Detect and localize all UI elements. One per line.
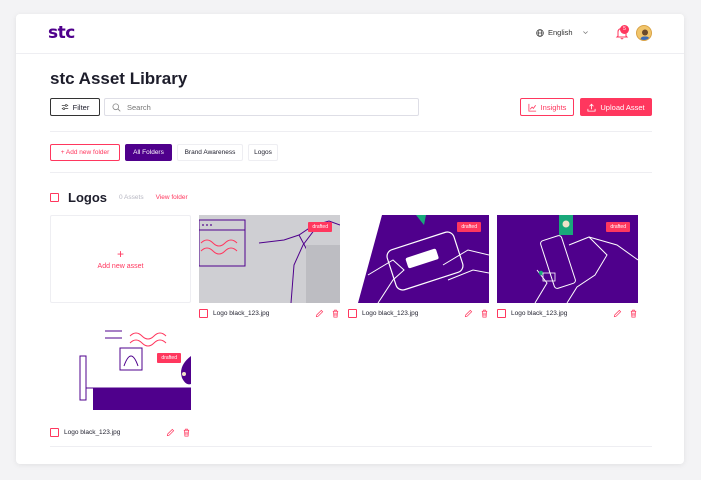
add-asset-card[interactable]: + Add new asset [50,215,191,303]
globe-icon [536,28,544,37]
search-input[interactable] [127,102,387,112]
filter-button[interactable]: Filter [50,98,100,116]
add-asset-label: Add new asset [97,263,144,270]
pencil-icon[interactable] [464,309,473,318]
search-icon [112,102,121,112]
asset-filename: Logo black_123.jpg [362,309,419,317]
asset-thumbnail[interactable]: drafted [50,326,191,414]
upload-icon [587,103,596,112]
divider [50,172,652,173]
asset-meta: Logo black_123.jpg [50,426,191,438]
pencil-icon[interactable] [613,309,622,318]
status-badge: drafted [308,222,332,232]
divider [50,131,652,132]
avatar[interactable] [636,25,652,41]
trash-icon[interactable] [182,428,191,437]
asset-meta: Logo black_123.jpg [497,307,638,319]
divider [50,446,652,447]
asset-meta: Logo black_123.jpg [199,307,340,319]
pencil-icon[interactable] [166,428,175,437]
trash-icon[interactable] [629,309,638,318]
asset-thumbnail[interactable]: drafted [199,215,340,303]
search-box[interactable] [104,98,419,116]
asset-thumbnail[interactable]: drafted [348,215,489,303]
insights-button[interactable]: Insights [520,98,574,116]
asset-checkbox[interactable] [50,427,59,437]
folder-tab-brand-awareness[interactable]: Brand Awareness [177,144,243,161]
insights-label: Insights [540,102,567,112]
pencil-icon[interactable] [315,309,324,318]
sliders-icon [61,104,68,110]
asset-checkbox[interactable] [348,308,357,318]
asset-illustration [79,330,191,410]
section-checkbox[interactable] [50,193,59,202]
asset-count: 0 Assets [119,194,144,201]
plus-icon: + [116,247,124,261]
status-badge: drafted [606,222,630,232]
add-folder-button[interactable]: + Add new folder [50,144,120,161]
filter-label: Filter [72,102,90,112]
asset-meta: Logo black_123.jpg [348,307,489,319]
top-bar: stc English 5 [16,14,684,54]
chart-icon [528,103,536,112]
upload-asset-button[interactable]: Upload Asset [580,98,652,116]
notification-badge: 5 [620,25,629,34]
page-title: stc Asset Library [50,69,188,88]
asset-checkbox[interactable] [497,308,506,318]
folder-tab-logos[interactable]: Logos [248,144,278,161]
stc-logo[interactable]: stc [48,23,75,43]
asset-checkbox[interactable] [199,308,208,318]
chevron-down-icon [582,31,588,35]
section-header: Logos 0 Assets View folder [50,190,188,205]
trash-icon[interactable] [331,309,340,318]
asset-thumbnail[interactable]: drafted [497,215,638,303]
section-title: Logos [68,190,107,205]
app-window: stc English 5 stc Asset Library Filter I… [16,14,684,464]
language-selector[interactable]: English [536,28,589,37]
view-folder-link[interactable]: View folder [156,194,188,201]
trash-icon[interactable] [480,309,489,318]
asset-filename: Logo black_123.jpg [511,309,568,317]
asset-filename: Logo black_123.jpg [213,309,270,317]
status-badge: drafted [457,222,481,232]
status-badge: drafted [157,353,181,363]
language-label: English [548,28,573,37]
folder-tab-all[interactable]: All Folders [125,144,172,161]
asset-filename: Logo black_123.jpg [64,428,121,436]
upload-label: Upload Asset [600,102,645,112]
